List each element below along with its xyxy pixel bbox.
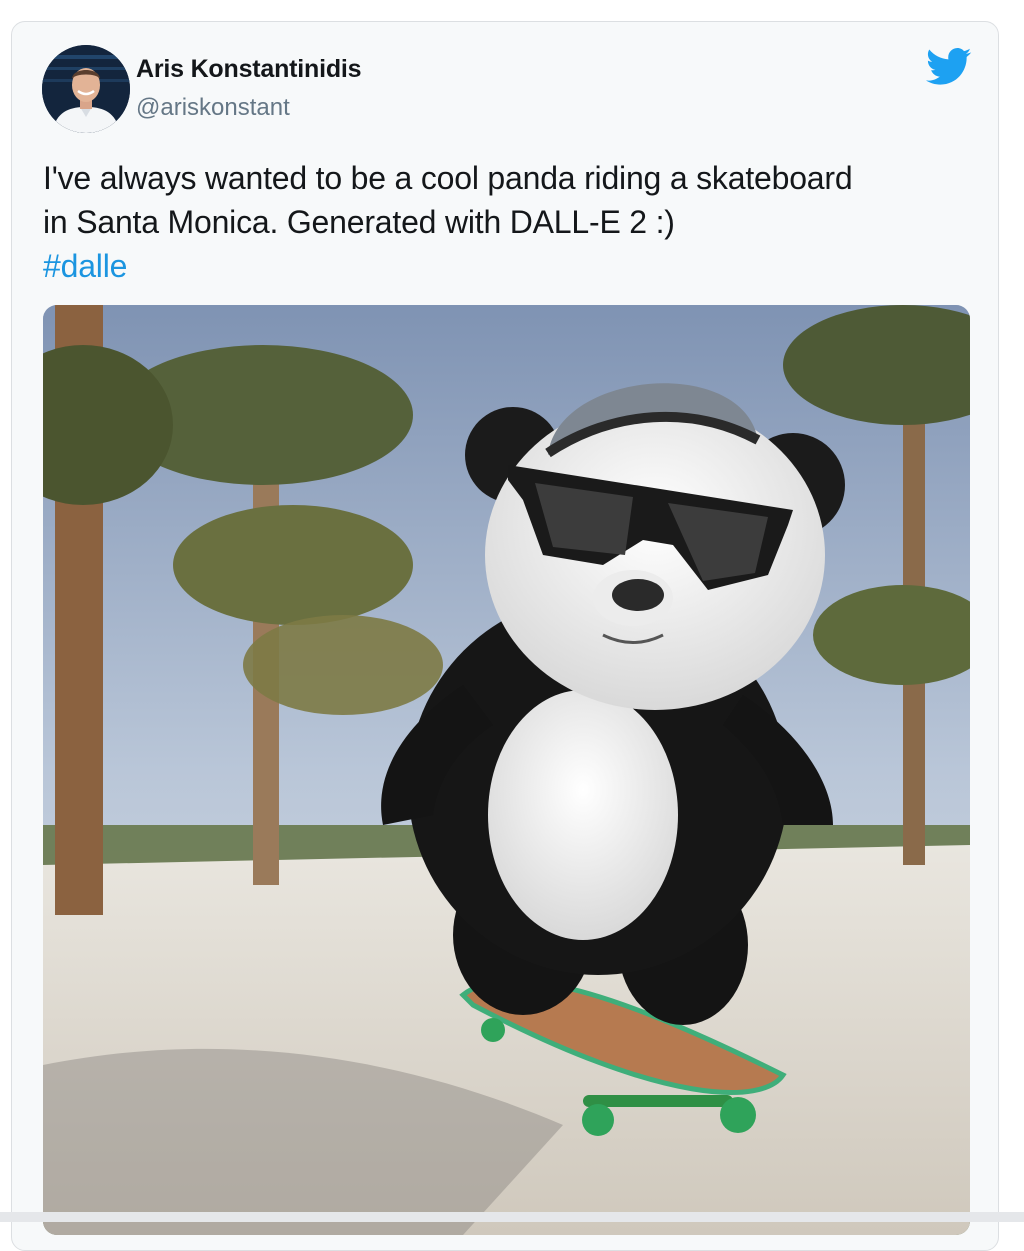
tweet-text-line-2: in Santa Monica. Generated with DALL-E 2… <box>43 204 675 240</box>
hashtag-link[interactable]: #dalle <box>43 244 973 288</box>
twitter-bird-icon[interactable] <box>926 47 972 87</box>
panda-skateboard-photo-icon <box>43 305 970 1235</box>
tweet-text-line-1: I've always wanted to be a cool panda ri… <box>43 160 853 196</box>
tweet-card[interactable]: Aris Konstantinidis @ariskonstant I've a… <box>11 21 999 1251</box>
tweet-media-image[interactable] <box>43 305 970 1235</box>
avatar-photo-icon <box>42 45 130 133</box>
bottom-scroll-edge <box>0 1212 1024 1222</box>
tweet-text: I've always wanted to be a cool panda ri… <box>43 156 973 288</box>
author-name[interactable]: Aris Konstantinidis <box>136 55 362 84</box>
author-handle[interactable]: @ariskonstant <box>136 94 290 122</box>
author-avatar[interactable] <box>42 45 130 133</box>
